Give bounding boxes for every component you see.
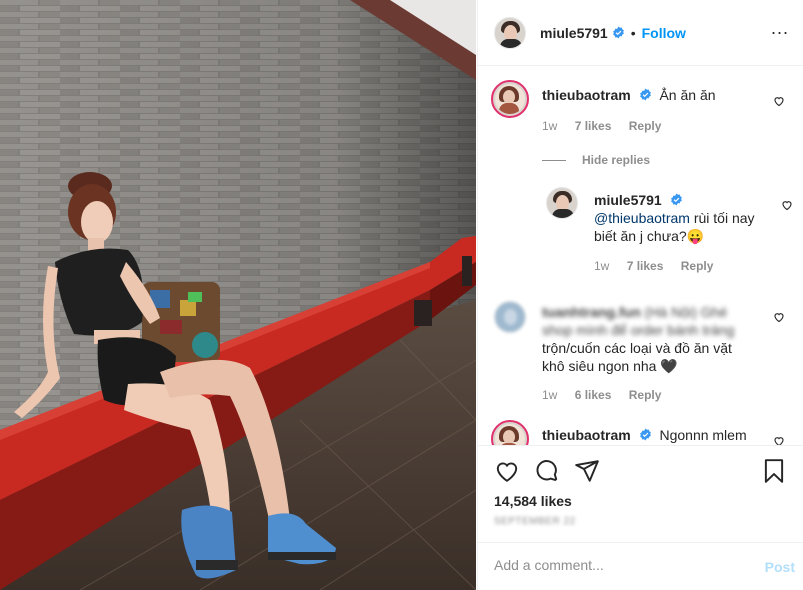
- reply-button[interactable]: Reply: [629, 388, 662, 402]
- post-header: miule5791 • Follow ...: [478, 0, 803, 66]
- comment-meta: 1w 6 likes Reply: [542, 388, 675, 402]
- comments-list[interactable]: thieubaotram Ẳn ăn ăn 1w 7 likes Reply H…: [478, 67, 803, 445]
- like-comment-heart-icon[interactable]: [773, 95, 785, 107]
- reply-button[interactable]: Reply: [629, 119, 662, 133]
- avatar[interactable]: [546, 187, 578, 219]
- reply-item: miule5791 @thieubaotram rùi tối nay biết…: [546, 187, 792, 277]
- comment-meta: 1w 7 likes Reply: [542, 119, 675, 133]
- avatar[interactable]: [491, 420, 529, 445]
- divider-line: [542, 160, 566, 162]
- reply-likes[interactable]: 7 likes: [627, 259, 664, 273]
- action-icons: [494, 458, 787, 486]
- likes-count[interactable]: 14,584 likes: [494, 493, 572, 509]
- comment-username[interactable]: thieubaotram: [542, 427, 631, 443]
- reply-meta: 1w 7 likes Reply: [594, 259, 727, 273]
- comment-username[interactable]: tuanhtrang.fun: [542, 304, 641, 320]
- comment-text: Ẳn ăn ăn: [659, 87, 716, 103]
- comment-item: thieubaotram Ngonnn mlem: [491, 420, 787, 445]
- verified-badge-icon: [639, 428, 651, 441]
- add-comment-input[interactable]: [494, 557, 744, 573]
- post-photo[interactable]: [0, 0, 476, 590]
- post-side-panel: miule5791 • Follow ... thieubaotram Ẳn ă: [477, 0, 803, 590]
- comment-text: Ngonnn mlem: [659, 427, 747, 443]
- verified-badge-icon: [670, 193, 682, 206]
- like-comment-heart-icon[interactable]: [781, 199, 793, 211]
- verified-badge-icon: [612, 26, 624, 39]
- heart-icon[interactable]: [494, 458, 520, 484]
- post-date[interactable]: SEPTEMBER 22: [494, 516, 576, 527]
- verified-badge-icon: [639, 88, 651, 101]
- comment-likes[interactable]: 7 likes: [575, 119, 612, 133]
- add-comment-bar: Post: [478, 542, 803, 590]
- reply-time[interactable]: 1w: [594, 259, 609, 273]
- hide-replies-label: Hide replies: [582, 153, 651, 167]
- bookmark-icon[interactable]: [761, 458, 787, 484]
- comment-item: thieubaotram Ẳn ăn ăn 1w 7 likes Reply: [491, 80, 787, 143]
- mention-link[interactable]: @thieubaotram: [594, 210, 690, 226]
- comment-icon[interactable]: [534, 458, 560, 484]
- reply-button[interactable]: Reply: [681, 259, 714, 273]
- follow-button[interactable]: Follow: [642, 25, 686, 41]
- post-photo-illustration: [0, 0, 476, 590]
- more-options-icon[interactable]: ...: [771, 19, 789, 37]
- comment-time[interactable]: 1w: [542, 119, 557, 133]
- comment-item: tuanhtrang.fun (Hà Nội) Ghé shop mình để…: [494, 301, 787, 402]
- hide-replies-button[interactable]: Hide replies: [542, 153, 650, 167]
- post-actions: 14,584 likes SEPTEMBER 22 Post: [478, 445, 803, 590]
- comment-username[interactable]: thieubaotram: [542, 87, 631, 103]
- share-icon[interactable]: [574, 458, 600, 484]
- avatar[interactable]: [491, 80, 529, 118]
- like-comment-heart-icon[interactable]: [773, 435, 785, 445]
- like-comment-heart-icon[interactable]: [773, 311, 785, 323]
- comment-likes[interactable]: 6 likes: [575, 388, 612, 402]
- avatar[interactable]: [494, 301, 526, 333]
- post-author-username[interactable]: miule5791: [540, 25, 608, 41]
- reply-username[interactable]: miule5791: [594, 192, 662, 208]
- separator-dot: •: [630, 24, 636, 41]
- comment-text: trộn/cuốn các loại và đồ ăn vặt khô siêu…: [542, 340, 732, 374]
- comment-time[interactable]: 1w: [542, 388, 557, 402]
- post-comment-button[interactable]: Post: [765, 559, 795, 575]
- avatar[interactable]: [494, 16, 526, 49]
